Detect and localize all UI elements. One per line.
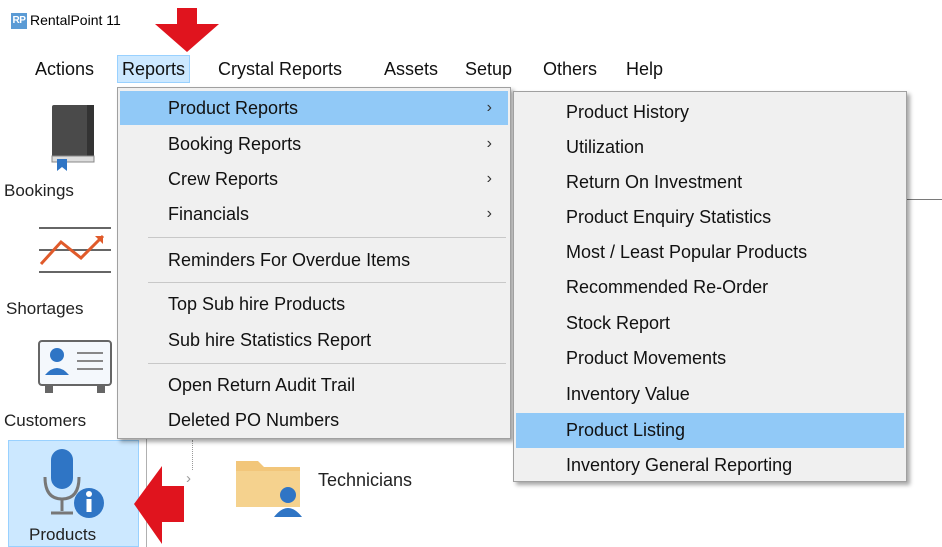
menu-item-label: Top Sub hire Products (168, 294, 346, 314)
menu-item-top-sub-hire-products[interactable]: Top Sub hire Products (120, 287, 508, 321)
menu-others[interactable]: Others (539, 55, 601, 83)
menu-item-crew-reports[interactable]: Crew Reports › (120, 162, 508, 196)
menu-item-label: Product Reports (168, 98, 299, 118)
submenu-item-inventory-value[interactable]: Inventory Value (516, 377, 904, 412)
sidebar-item-products[interactable]: Products (8, 440, 139, 547)
submenu-arrow-icon: › (486, 99, 492, 116)
menu-item-label: Booking Reports (168, 134, 302, 154)
submenu-item-recommended-reorder[interactable]: Recommended Re-Order (516, 270, 904, 305)
sidebar-item-label: Shortages (6, 299, 84, 318)
submenu-arrow-icon: › (486, 170, 492, 187)
menu-item-booking-reports[interactable]: Booking Reports › (120, 127, 508, 161)
submenu-item-return-on-investment[interactable]: Return On Investment (516, 165, 904, 200)
menu-item-financials[interactable]: Financials › (120, 197, 508, 231)
sidebar-item-label: Bookings (4, 181, 74, 200)
microphone-info-icon (43, 449, 104, 518)
submenu-item-product-movements[interactable]: Product Movements (516, 341, 904, 376)
menu-help[interactable]: Help (622, 55, 667, 83)
menu-item-label: Deleted PO Numbers (168, 410, 340, 430)
menu-bar: Actions Reports Crystal Reports Assets S… (0, 47, 942, 91)
product-reports-submenu: Product History Utilization Return On In… (513, 91, 907, 482)
menu-reports[interactable]: Reports (117, 55, 191, 83)
submenu-item-utilization[interactable]: Utilization (516, 130, 904, 165)
submenu-item-product-listing[interactable]: Product Listing (516, 413, 904, 448)
menu-item-product-reports[interactable]: Product Reports › (120, 91, 508, 125)
trend-chart-icon (39, 227, 111, 273)
menu-item-label: Financials (168, 204, 250, 224)
menu-actions[interactable]: Actions (31, 55, 98, 83)
folder-label-technicians[interactable]: Technicians (318, 470, 412, 491)
content-divider (905, 199, 942, 200)
reports-dropdown-menu: Product Reports › Booking Reports › Crew… (117, 87, 511, 439)
menu-item-label: Reminders For Overdue Items (168, 250, 411, 270)
folder-user-icon[interactable] (234, 455, 304, 517)
app-logo: RP (11, 13, 27, 29)
menu-item-sub-hire-statistics[interactable]: Sub hire Statistics Report (120, 323, 508, 357)
submenu-item-stock-report[interactable]: Stock Report (516, 306, 904, 341)
tree-connector (192, 440, 193, 470)
submenu-item-product-history[interactable]: Product History (516, 95, 904, 130)
menu-crystal-reports[interactable]: Crystal Reports (214, 55, 346, 83)
sidebar-item-label: Customers (4, 411, 87, 430)
menu-separator (148, 363, 506, 364)
submenu-item-inventory-general-reporting[interactable]: Inventory General Reporting (516, 448, 904, 483)
submenu-arrow-icon: › (486, 205, 492, 222)
annotation-arrow-left-icon (134, 466, 184, 544)
menu-assets[interactable]: Assets (380, 55, 442, 83)
title-bar: RP RentalPoint 11 (0, 0, 942, 40)
submenu-item-most-least-popular[interactable]: Most / Least Popular Products (516, 235, 904, 270)
menu-item-open-return-audit-trail[interactable]: Open Return Audit Trail (120, 368, 508, 402)
submenu-arrow-icon: › (486, 135, 492, 152)
window-title: RentalPoint 11 (30, 12, 121, 28)
menu-separator (148, 237, 506, 238)
menu-item-label: Open Return Audit Trail (168, 375, 356, 395)
submenu-item-product-enquiry-statistics[interactable]: Product Enquiry Statistics (516, 200, 904, 235)
menu-setup[interactable]: Setup (461, 55, 516, 83)
annotation-arrow-down-icon (155, 8, 219, 52)
menu-item-deleted-po-numbers[interactable]: Deleted PO Numbers (120, 403, 508, 437)
menu-item-label: Crew Reports (168, 169, 279, 189)
sidebar-item-label: Products (29, 525, 97, 544)
book-icon (51, 105, 95, 171)
menu-item-label: Sub hire Statistics Report (168, 330, 372, 350)
menu-item-reminders-overdue[interactable]: Reminders For Overdue Items (120, 243, 508, 277)
menu-separator (148, 282, 506, 283)
contact-card-icon (38, 340, 112, 393)
tree-expand-icon[interactable]: › (186, 470, 191, 487)
